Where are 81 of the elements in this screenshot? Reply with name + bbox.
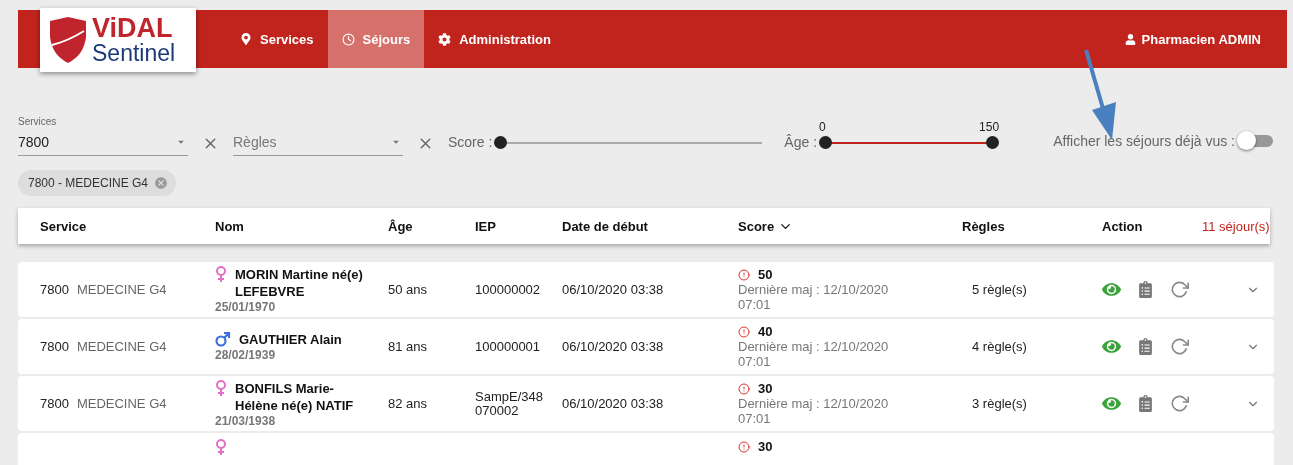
- shield-icon: [48, 17, 88, 63]
- column-header[interactable]: Score: [738, 218, 962, 234]
- logo-text: Sentinel: [92, 42, 176, 65]
- clipboard-icon[interactable]: [1137, 338, 1154, 355]
- column-header: Nom: [215, 218, 245, 234]
- table-cell-text: 82 ans: [388, 396, 429, 411]
- table-cell: MEDECINE G4: [76, 339, 167, 354]
- last-update: Dernière maj : 12/10/2020 07:01: [738, 339, 890, 369]
- column-header: IEP: [475, 218, 497, 234]
- table-cell-text: 100000002: [475, 282, 542, 297]
- table-cell-text: 100000001: [475, 339, 542, 354]
- alert-icon: [738, 325, 750, 338]
- clipboard-icon[interactable]: [1137, 395, 1154, 412]
- score-value: 30: [758, 381, 773, 396]
- toggle-label: Afficher les séjours déjà vus :: [1053, 132, 1235, 149]
- table-cell: 7800: [40, 282, 69, 297]
- logo-text: ViDAL: [92, 15, 174, 42]
- female-icon: [215, 265, 227, 283]
- refresh-icon[interactable]: [1170, 394, 1189, 413]
- birth-date: 28/02/1939: [215, 348, 277, 362]
- patient-name: BONFILS Marie-Hélène né(e) NATIF: [235, 379, 355, 414]
- table-cell-text: 3 règle(s): [971, 396, 1028, 411]
- alert-icon: [738, 382, 750, 395]
- birth-date: 25/01/1970: [215, 299, 277, 314]
- score-value: 50: [758, 267, 773, 282]
- chip-remove-icon[interactable]: [154, 176, 169, 190]
- nav-tab[interactable]: Séjours: [327, 10, 425, 68]
- eye-icon[interactable]: [1102, 394, 1121, 413]
- refresh-icon[interactable]: [1170, 337, 1189, 356]
- nav-tab[interactable]: Administration: [424, 10, 565, 68]
- rules-select[interactable]: Règles: [233, 128, 403, 156]
- table-cell-text: 06/10/2020 03:38: [562, 396, 665, 411]
- field-label: Services: [18, 116, 58, 128]
- column-header: Action: [1102, 218, 1144, 234]
- eye-icon[interactable]: [1102, 280, 1121, 299]
- user-menu[interactable]: Pharmacien ADMIN: [1118, 10, 1267, 68]
- table-cell-text: 5 règle(s): [971, 282, 1028, 297]
- last-update: Dernière maj : 12/10/2020 07:01: [738, 396, 890, 426]
- last-update: Dernière maj : 12/10/2020 07:01: [738, 282, 890, 312]
- table-cell: 7800: [40, 339, 69, 354]
- table-cell-text: SampE/348070002: [475, 389, 544, 418]
- score-value: 40: [758, 324, 773, 339]
- table-cell: MEDECINE G4: [76, 282, 167, 297]
- slider-max-value: 150: [979, 120, 1000, 134]
- table-cell: MEDECINE G4: [76, 396, 167, 411]
- user-icon: [1124, 33, 1136, 45]
- clock-icon: [341, 32, 355, 46]
- refresh-icon[interactable]: [1170, 280, 1189, 299]
- location-pin-icon: [240, 33, 252, 45]
- patient-name: MORIN Martine né(e) LEFEBVRE: [235, 265, 364, 300]
- score-label: Score :: [448, 134, 493, 150]
- table-cell-text: 4 règle(s): [971, 339, 1028, 354]
- table-cell: 7800: [40, 396, 69, 411]
- clipboard-icon[interactable]: [1137, 281, 1154, 298]
- female-icon: [215, 439, 227, 456]
- score-slider[interactable]: [494, 136, 763, 150]
- score-value: 30: [758, 439, 773, 454]
- column-header: Âge: [388, 218, 414, 234]
- settings-icon: [438, 32, 452, 46]
- alert-icon: [738, 440, 750, 453]
- table-cell-text: 06/10/2020 03:38: [562, 282, 665, 297]
- patient-name: GAUTHIER Alain: [239, 331, 343, 348]
- table-cell-text: 06/10/2020 03:38: [562, 339, 665, 354]
- filter-chip: 7800 - MEDECINE G4: [18, 170, 177, 196]
- alert-icon: [738, 268, 750, 281]
- column-header: Service: [40, 218, 88, 234]
- toggle-switch[interactable]: [1237, 131, 1273, 150]
- nav-tab[interactable]: Services: [226, 10, 328, 68]
- column-header: Date de début: [562, 218, 649, 234]
- column-header: Règles: [962, 218, 1006, 234]
- eye-icon[interactable]: [1102, 337, 1121, 356]
- slider-min-value: 0: [819, 120, 826, 134]
- birth-date: 21/03/1938: [215, 413, 277, 428]
- age-slider[interactable]: [819, 136, 1000, 150]
- female-icon: [215, 379, 227, 397]
- services-select[interactable]: 7800: [18, 128, 188, 156]
- table-cell-text: 50 ans: [388, 282, 429, 297]
- stay-count: 11 séjour(s): [1202, 218, 1270, 234]
- age-label: Âge :: [784, 134, 818, 150]
- male-icon: [215, 331, 231, 347]
- table-cell-text: 81 ans: [388, 339, 429, 354]
